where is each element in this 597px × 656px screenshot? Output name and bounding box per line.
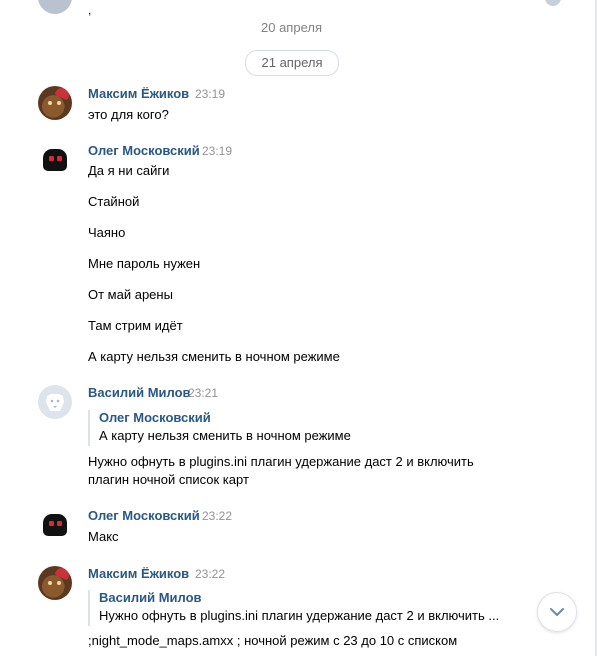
message-author[interactable]: Максим Ёжиков — [88, 86, 189, 101]
message-text: Макс — [88, 529, 119, 544]
reply-text: А карту нельзя сменить в ночном режиме — [99, 428, 351, 443]
avatar[interactable] — [38, 143, 72, 177]
message-text: Нужно офнуть в plugins.ini плагин удержа… — [88, 454, 474, 469]
message-text: Да я ни сайги — [88, 163, 170, 178]
avatar[interactable] — [38, 385, 72, 419]
message-author[interactable]: Олег Московский — [88, 508, 200, 523]
reply-author[interactable]: Олег Московский — [99, 410, 351, 425]
avatar[interactable] — [38, 508, 72, 542]
partial-icon — [545, 0, 561, 6]
message-text: Там стрим идёт — [88, 318, 183, 333]
reply-author[interactable]: Василий Милов — [99, 590, 499, 605]
quoted-reply[interactable]: Олег Московский А карту нельзя сменить в… — [88, 410, 351, 446]
date-separator: 20 апреля — [261, 20, 322, 35]
avatar[interactable] — [38, 0, 72, 14]
vk-dog-icon — [46, 394, 64, 411]
message-text: плагин ночной список карт — [88, 472, 249, 487]
reply-text: Нужно офнуть в plugins.ini плагин удержа… — [99, 608, 500, 623]
chevron-down-icon — [550, 608, 564, 616]
avatar[interactable] — [38, 566, 72, 600]
message-time[interactable]: 23:22 — [202, 509, 232, 523]
message-text: А карту нельзя сменить в ночном режиме — [88, 349, 340, 364]
message-text: Мне пароль нужен — [88, 256, 201, 271]
message-block: Олег Московский 23:22 Макс — [38, 508, 568, 548]
message-author[interactable]: Василий Милов — [88, 385, 191, 400]
avatar[interactable] — [38, 86, 72, 120]
message-block: Олег Московский 23:19 Да я ни сайги Стай… — [38, 143, 568, 368]
message-text: От май арены — [88, 287, 173, 302]
message-fragment: , — [88, 3, 92, 17]
message-time[interactable]: 23:22 — [195, 567, 225, 581]
message-text: ;night_mode_maps.amxx ; ночной режим с 2… — [88, 633, 458, 648]
date-pill[interactable]: 21 апреля — [245, 50, 339, 76]
message-block: Василий Милов 23:21 Олег Московский А ка… — [38, 385, 568, 490]
message-time[interactable]: 23:19 — [202, 144, 232, 158]
message-text: Стайной — [88, 194, 140, 209]
message-time[interactable]: 23:21 — [188, 386, 218, 400]
message-time[interactable]: 23:19 — [195, 87, 225, 101]
scroll-down-button[interactable] — [537, 592, 577, 632]
message-author[interactable]: Максим Ёжиков — [88, 566, 189, 581]
message-text: Чаяно — [88, 225, 126, 240]
message-block: Максим Ёжиков 23:19 это для кого? — [38, 86, 568, 126]
message-text: это для кого? — [88, 107, 169, 122]
quoted-reply[interactable]: Василий Милов Нужно офнуть в plugins.ini… — [88, 590, 499, 626]
message-author[interactable]: Олег Московский — [88, 143, 200, 158]
message-block: Максим Ёжиков 23:22 Василий Милов Нужно … — [38, 566, 568, 656]
